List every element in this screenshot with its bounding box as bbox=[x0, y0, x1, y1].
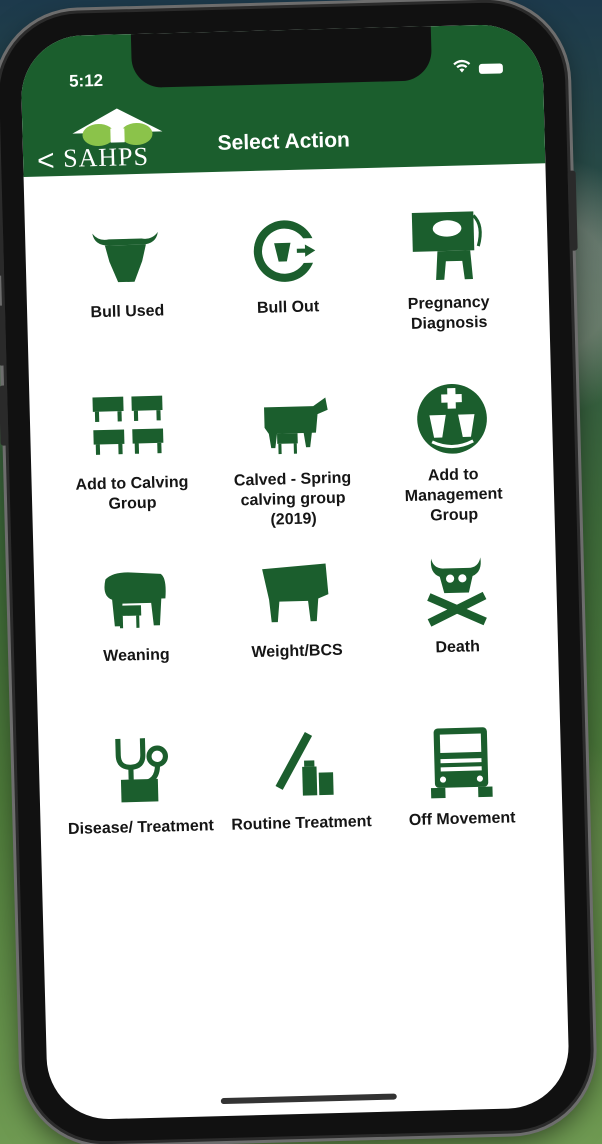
wifi-icon bbox=[453, 59, 471, 78]
action-bull-used[interactable]: Bull Used bbox=[45, 212, 210, 388]
cow-calf-icon bbox=[264, 397, 328, 455]
action-label: Add to Calving Group bbox=[75, 473, 189, 513]
action-label: Bull Used bbox=[90, 302, 165, 322]
volume-up-button bbox=[0, 305, 7, 366]
bull-head-icon bbox=[92, 231, 159, 283]
battery-icon bbox=[478, 62, 504, 74]
bull-out-icon bbox=[253, 220, 328, 282]
truck-icon bbox=[430, 727, 493, 799]
action-label: Bull Out bbox=[256, 298, 320, 317]
action-death[interactable]: Death bbox=[375, 548, 540, 724]
action-label: Off Movement bbox=[408, 809, 516, 830]
action-add-to-calving-group[interactable]: Add to Calving Group bbox=[49, 384, 214, 560]
action-label: Death bbox=[435, 638, 481, 657]
management-group-icon bbox=[416, 383, 487, 454]
calving-group-icon bbox=[92, 395, 164, 455]
action-disease-treatment[interactable]: Disease/ Treatment bbox=[58, 728, 223, 904]
status-time: 5:12 bbox=[68, 70, 104, 91]
screen: 5:12 < SAHPS Select Action Bull Used Bul… bbox=[19, 23, 571, 1121]
action-add-to-management-group[interactable]: Add to Management Group bbox=[370, 376, 535, 552]
action-label: Routine Treatment bbox=[231, 813, 373, 834]
action-bull-out[interactable]: Bull Out bbox=[205, 208, 370, 384]
action-grid: Bull Used Bull Out Pregnancy Diagnosis A… bbox=[45, 204, 545, 904]
volume-down-button bbox=[0, 385, 9, 446]
action-routine-treatment[interactable]: Routine Treatment bbox=[219, 724, 384, 900]
phone-frame: 5:12 < SAHPS Select Action Bull Used Bul… bbox=[0, 0, 593, 1144]
action-label: Calved - Spring calving group (2019) bbox=[233, 469, 352, 529]
action-label: Disease/ Treatment bbox=[67, 817, 215, 839]
action-calved[interactable]: Calved - Spring calving group (2019) bbox=[210, 380, 375, 556]
action-weight-bcs[interactable]: Weight/BCS bbox=[214, 552, 379, 728]
mute-switch bbox=[0, 225, 5, 276]
status-icons bbox=[453, 58, 504, 78]
weight-icon bbox=[262, 563, 329, 623]
app-header: 5:12 < SAHPS Select Action bbox=[19, 23, 546, 178]
weaning-icon bbox=[104, 572, 166, 629]
action-label: Weaning bbox=[103, 646, 170, 666]
action-weaning[interactable]: Weaning bbox=[54, 556, 219, 732]
stethoscope-icon bbox=[115, 738, 169, 803]
notch bbox=[130, 26, 433, 89]
action-off-movement[interactable]: Off Movement bbox=[379, 720, 544, 896]
pregnancy-icon bbox=[411, 211, 482, 281]
action-label: Add to Management Group bbox=[404, 466, 503, 525]
home-indicator[interactable] bbox=[220, 1093, 397, 1105]
skull-crossbones-icon bbox=[426, 557, 487, 627]
action-pregnancy-diagnosis[interactable]: Pregnancy Diagnosis bbox=[366, 204, 531, 380]
syringe-icon bbox=[275, 731, 334, 796]
action-label: Pregnancy Diagnosis bbox=[407, 293, 490, 333]
action-label: Weight/BCS bbox=[251, 641, 343, 662]
